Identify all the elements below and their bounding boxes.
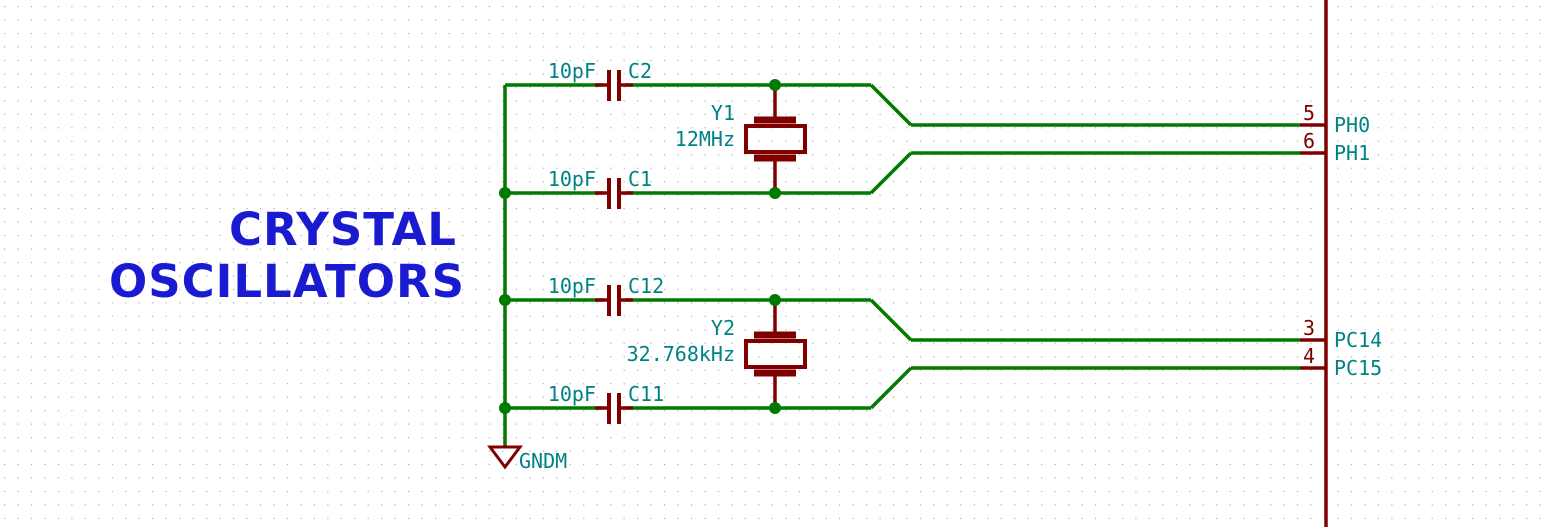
pin-name-ph0: PH0 [1334, 113, 1370, 137]
crystal-value-y1: 12MHz [675, 127, 735, 151]
pin-number-3: 3 [1303, 316, 1315, 340]
junction-dot-osc2-bottom [769, 402, 781, 414]
power-symbol-gndm[interactable]: GNDM [487, 445, 567, 473]
schematic-drawing: CRYSTAL OSCILLATORS 10pF C2 10pF C1 Y1 1… [109, 0, 1382, 527]
oscillator-circuit-1: 10pF C2 10pF C1 Y1 12MHz 5 PH0 6 PH1 [499, 59, 1370, 209]
oscillator-circuit-2: 10pF C12 10pF C11 Y2 32.768kHz 3 PC14 4 … [499, 274, 1382, 424]
y2-body [744, 339, 807, 369]
junction-dot-osc1-rail [499, 187, 511, 199]
gndm-triangle-icon [487, 445, 523, 470]
junction-dot-osc1-bottom [769, 187, 781, 199]
crystal-symbol-y1[interactable] [744, 85, 807, 193]
net-osc1-top[interactable] [505, 83, 1300, 127]
pin-number-5: 5 [1303, 101, 1315, 125]
capacitor-reference-c12: C12 [628, 274, 664, 298]
capacitor-reference-c2: C2 [628, 59, 652, 83]
wire-osc2-bottom-diagonal[interactable] [869, 366, 913, 410]
capacitor-value-c1: 10pF [548, 167, 596, 191]
pin-name-ph1: PH1 [1334, 141, 1370, 165]
capacitor-reference-c11: C11 [628, 382, 664, 406]
sheet-title-line-1: CRYSTAL [229, 203, 457, 256]
wire-osc1-top-diagonal[interactable] [869, 83, 913, 127]
capacitor-value-c2: 10pF [548, 59, 596, 83]
wire-osc1-bottom-diagonal[interactable] [869, 151, 913, 195]
crystal-symbol-y2[interactable] [744, 300, 807, 408]
capacitor-value-c11: 10pF [548, 382, 596, 406]
net-osc1-bottom[interactable] [505, 151, 1300, 195]
y1-body [744, 124, 807, 154]
capacitor-reference-c1: C1 [628, 167, 652, 191]
power-symbol-label-gndm: GNDM [519, 449, 567, 473]
net-osc2-top[interactable] [505, 298, 1300, 342]
junction-dot-osc2-rail-bottom [499, 402, 511, 414]
pin-name-pc14: PC14 [1334, 328, 1382, 352]
junction-dot-osc1-top [769, 79, 781, 91]
pin-name-pc15: PC15 [1334, 356, 1382, 380]
pin-number-4: 4 [1303, 344, 1315, 368]
wire-osc2-top-diagonal[interactable] [869, 298, 913, 342]
sheet-title-line-2: OSCILLATORS [109, 255, 465, 308]
capacitor-value-c12: 10pF [548, 274, 596, 298]
schematic-canvas: CRYSTAL OSCILLATORS 10pF C2 10pF C1 Y1 1… [0, 0, 1547, 527]
junction-dot-osc2-top [769, 294, 781, 306]
pin-number-6: 6 [1303, 129, 1315, 153]
crystal-value-y2: 32.768kHz [627, 342, 735, 366]
junction-dot-osc2-rail-top [499, 294, 511, 306]
sheet-title-block: CRYSTAL OSCILLATORS [109, 203, 465, 308]
crystal-reference-y1: Y1 [711, 101, 735, 125]
crystal-reference-y2: Y2 [711, 316, 735, 340]
net-osc2-bottom[interactable] [505, 366, 1300, 410]
